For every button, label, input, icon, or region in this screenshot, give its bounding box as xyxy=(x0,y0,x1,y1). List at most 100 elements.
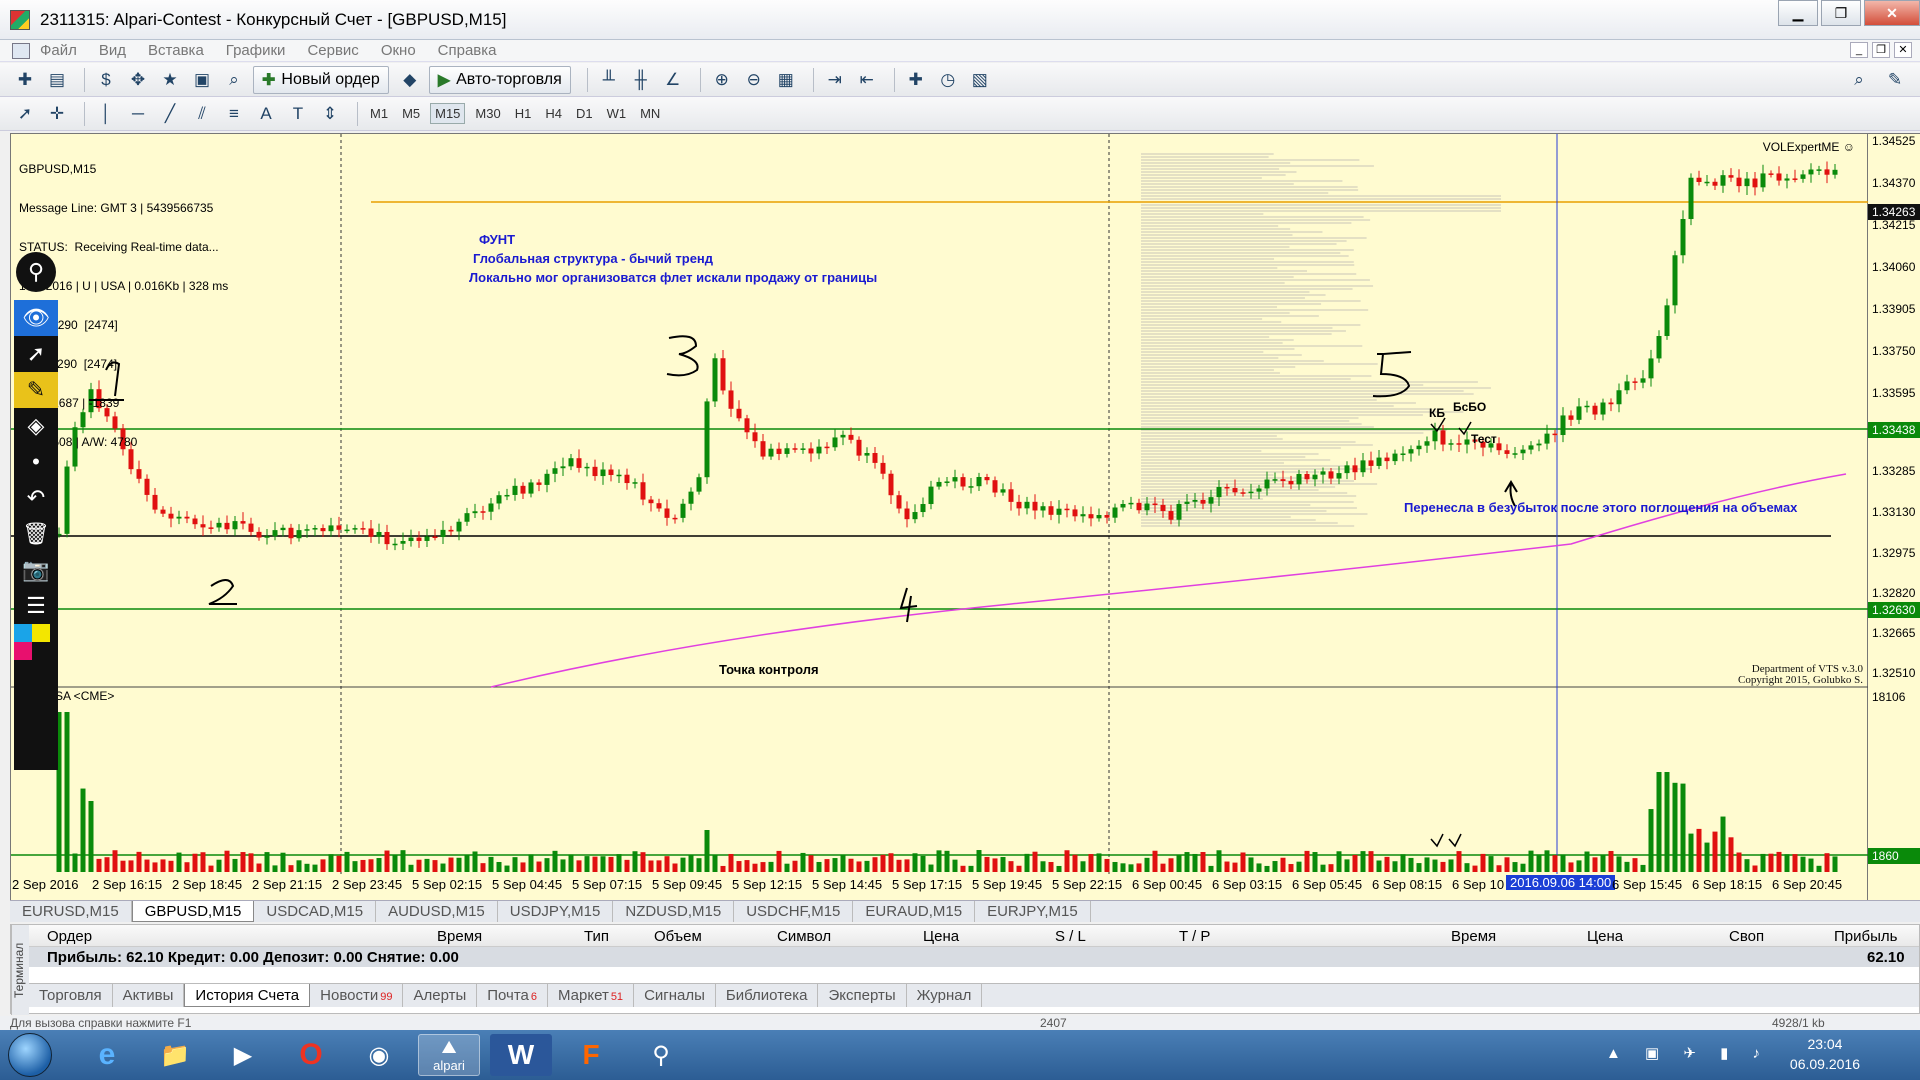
alpari-icon[interactable]: ⛰ alpari xyxy=(418,1034,480,1076)
tag-icon[interactable]: ✎ xyxy=(14,372,58,408)
channel-icon[interactable]: ⫽ xyxy=(189,102,215,126)
column-sl[interactable]: S / L xyxy=(1055,928,1086,945)
chat-icon[interactable]: ✎ xyxy=(1882,68,1908,92)
vertical-line-icon[interactable]: │ xyxy=(93,102,119,126)
timeframe-h1[interactable]: H1 xyxy=(511,104,536,123)
cursor-icon[interactable]: ➚ xyxy=(12,102,38,126)
tab-library[interactable]: Библиотека xyxy=(716,984,819,1007)
timeframe-h4[interactable]: H4 xyxy=(541,104,566,123)
tab-account-history[interactable]: История Счета xyxy=(184,984,311,1007)
clock[interactable]: 23:04 06.09.2016 xyxy=(1790,1034,1860,1074)
auto-trading-button[interactable]: ▶ Авто-торговля xyxy=(428,65,571,94)
fibonacci-icon[interactable]: ≡ xyxy=(221,102,247,126)
column-price[interactable]: Цена xyxy=(923,928,959,945)
mdi-minimize-button[interactable]: _ xyxy=(1850,42,1868,58)
templates-icon[interactable]: ▧ xyxy=(967,68,993,92)
tab-nzdusd[interactable]: NZDUSD,M15 xyxy=(613,901,735,922)
timeframe-w1[interactable]: W1 xyxy=(603,104,631,123)
explorer-icon[interactable]: 📁 xyxy=(144,1034,206,1076)
vts-icon[interactable]: ⚲ xyxy=(630,1034,692,1076)
trendline-icon[interactable]: ╱ xyxy=(157,102,183,126)
column-order[interactable]: Ордер xyxy=(47,928,92,945)
eraser-icon[interactable]: ◈ xyxy=(14,408,58,444)
text-label-icon[interactable]: T xyxy=(285,102,311,126)
media-player-icon[interactable]: ▶ xyxy=(212,1034,274,1076)
notes-icon[interactable]: ☰ xyxy=(14,588,58,624)
column-volume[interactable]: Объем xyxy=(654,928,702,945)
tab-assets[interactable]: Активы xyxy=(113,984,185,1007)
arrows-icon[interactable]: ⇕ xyxy=(317,102,343,126)
dot-icon[interactable]: • xyxy=(14,444,58,480)
indicators-icon[interactable]: ✚ xyxy=(903,68,929,92)
mdi-close-button[interactable]: ✕ xyxy=(1894,42,1912,58)
tab-experts[interactable]: Эксперты xyxy=(818,984,907,1007)
periods-icon[interactable]: ◷ xyxy=(935,68,961,92)
menu-view[interactable]: Вид xyxy=(99,42,126,59)
tab-usdjpy[interactable]: USDJPY,M15 xyxy=(498,901,614,922)
undo-icon[interactable]: ↶ xyxy=(14,480,58,516)
color-swatch-magenta[interactable] xyxy=(14,642,32,660)
tab-journal[interactable]: Журнал xyxy=(907,984,983,1007)
column-close-time[interactable]: Время xyxy=(1451,928,1496,945)
tab-mailbox[interactable]: Почта 6 xyxy=(477,984,549,1007)
tab-audusd[interactable]: AUDUSD,M15 xyxy=(376,901,498,922)
horizontal-line-icon[interactable]: ─ xyxy=(125,102,151,126)
timeframe-mn[interactable]: MN xyxy=(636,104,664,123)
column-swap[interactable]: Своп xyxy=(1729,928,1764,945)
new-order-button[interactable]: ✚ Новый ордер xyxy=(253,65,389,94)
tab-eurjpy[interactable]: EURJPY,M15 xyxy=(975,901,1091,922)
market-watch-icon[interactable]: $ xyxy=(93,68,119,92)
price-chart[interactable]: GBPUSD,M15 Message Line: GMT 3 | 5439566… xyxy=(10,133,1869,902)
eye-icon[interactable]: 👁 xyxy=(14,300,58,336)
vts-logo-icon[interactable]: ⚲ xyxy=(16,252,56,292)
navigator-icon[interactable]: ✥ xyxy=(125,68,151,92)
column-symbol[interactable]: Символ xyxy=(777,928,831,945)
tab-signals[interactable]: Сигналы xyxy=(634,984,716,1007)
candlestick-icon[interactable]: ╫ xyxy=(628,68,654,92)
terminal-icon[interactable]: ▣ xyxy=(189,68,215,92)
opera-icon[interactable]: O xyxy=(280,1034,342,1076)
terminal-side-label[interactable]: Терминал xyxy=(11,925,29,1015)
trash-icon[interactable]: 🗑 xyxy=(14,516,58,552)
tab-market[interactable]: Маркет 51 xyxy=(548,984,635,1007)
timeframe-m5[interactable]: M5 xyxy=(398,104,424,123)
color-swatch-black[interactable] xyxy=(32,642,50,660)
menu-file[interactable]: Файл xyxy=(40,42,77,59)
auto-scroll-icon[interactable]: ⇥ xyxy=(822,68,848,92)
column-type[interactable]: Тип xyxy=(584,928,609,945)
metaeditor-icon[interactable]: ◆ xyxy=(397,68,423,92)
timeframe-m1[interactable]: M1 xyxy=(366,104,392,123)
fl-icon[interactable]: F xyxy=(560,1034,622,1076)
color-palette[interactable] xyxy=(14,624,58,660)
chrome-icon[interactable]: ◉ xyxy=(348,1034,410,1076)
column-close-price[interactable]: Цена xyxy=(1587,928,1623,945)
minimize-button[interactable]: ▁ xyxy=(1778,0,1818,26)
column-profit[interactable]: Прибыль xyxy=(1834,928,1897,945)
tab-alerts[interactable]: Алерты xyxy=(403,984,478,1007)
menu-window[interactable]: Окно xyxy=(381,42,416,59)
word-icon[interactable]: W xyxy=(490,1034,552,1076)
crosshair-icon[interactable]: ✛ xyxy=(44,102,70,126)
timeframe-d1[interactable]: D1 xyxy=(572,104,597,123)
camera-icon[interactable]: 📷 xyxy=(14,552,58,588)
bar-chart-icon[interactable]: ╨ xyxy=(596,68,622,92)
mdi-restore-button[interactable]: ❐ xyxy=(1872,42,1890,58)
tab-usdchf[interactable]: USDCHF,M15 xyxy=(734,901,854,922)
ie-icon[interactable]: e xyxy=(76,1034,138,1076)
tab-eurusd[interactable]: EURUSD,M15 xyxy=(10,901,132,922)
maximize-button[interactable]: ❐ xyxy=(1821,0,1861,26)
color-swatch-cyan[interactable] xyxy=(14,624,32,642)
menu-charts[interactable]: Графики xyxy=(226,42,286,59)
timeframe-m30[interactable]: M30 xyxy=(471,104,504,123)
zoom-in-icon[interactable]: ⊕ xyxy=(709,68,735,92)
favorites-icon[interactable]: ★ xyxy=(157,68,183,92)
chart-shift-icon[interactable]: ⇤ xyxy=(854,68,880,92)
search-icon[interactable]: ⌕ xyxy=(1846,68,1872,92)
tab-trade[interactable]: Торговля xyxy=(29,984,113,1007)
tab-euraud[interactable]: EURAUD,M15 xyxy=(853,901,976,922)
timeframe-m15[interactable]: M15 xyxy=(430,103,466,124)
menu-insert[interactable]: Вставка xyxy=(148,42,204,59)
tile-windows-icon[interactable]: ▦ xyxy=(773,68,799,92)
chart-canvas[interactable] xyxy=(11,134,1869,902)
tester-icon[interactable]: ⌕ xyxy=(221,68,247,92)
